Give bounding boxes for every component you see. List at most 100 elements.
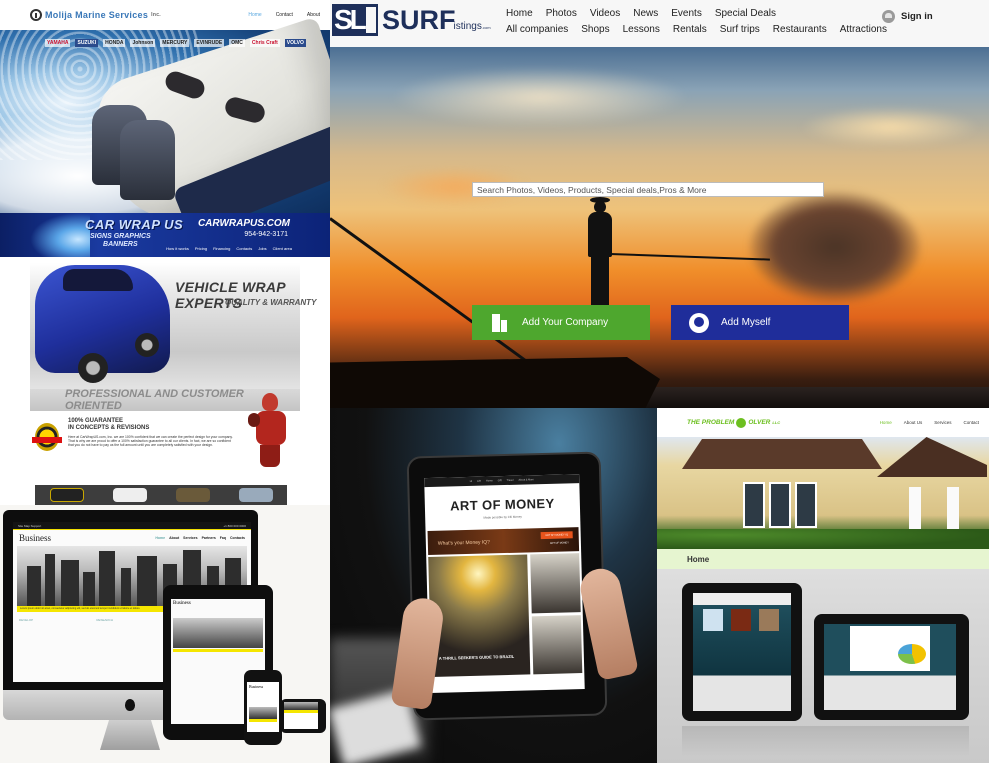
aom-nav: Hi Life Home Gift Travel About & More: [424, 474, 580, 488]
nav-shops[interactable]: Shops: [581, 24, 609, 40]
business-nav-faq[interactable]: Faq: [220, 536, 226, 540]
search-input[interactable]: [472, 182, 824, 197]
imac-stand: [100, 720, 160, 750]
side-article[interactable]: [529, 553, 581, 613]
nav-attractions[interactable]: Attractions: [840, 24, 887, 40]
marine-nav-home[interactable]: Home: [248, 12, 261, 18]
ps-logo[interactable]: THE PROBLEM OLVER LLC: [687, 417, 780, 428]
brand-logo: VOLVO: [284, 39, 306, 47]
aom-nav-item[interactable]: About & More: [518, 478, 533, 481]
aom-nav-item[interactable]: Gift: [498, 479, 502, 482]
website-portfolio-collage: Molija Marine Services Inc. Home Contact…: [0, 0, 989, 763]
side-article[interactable]: [531, 614, 583, 675]
nav-surf-trips[interactable]: Surf trips: [720, 24, 760, 40]
surf-logo-tld: .com: [481, 25, 491, 30]
aom-nav-item[interactable]: Travel: [507, 479, 514, 482]
screen-thumb: [759, 609, 779, 631]
reflection: [682, 726, 969, 756]
fishing-rod: [609, 253, 770, 261]
iphone-landscape-device: [280, 699, 326, 733]
nav-special-deals[interactable]: Special Deals: [715, 8, 776, 24]
nav-events[interactable]: Events: [671, 8, 702, 24]
marine-nav-about[interactable]: About: [307, 12, 320, 18]
portfolio-thumb-truck[interactable]: [238, 488, 273, 502]
portfolio-thumb-boat[interactable]: [112, 488, 147, 502]
carwrap-nav-contacts[interactable]: Contacts: [236, 246, 252, 251]
brand-logos: YAMAHA SUZUKI HONDA Johnson MERCURY EVIN…: [45, 39, 306, 47]
nav-photos[interactable]: Photos: [546, 8, 577, 24]
car-wheel: [135, 333, 159, 357]
aom-nav-item[interactable]: Hi: [470, 480, 472, 483]
house-hero-image: [657, 437, 989, 549]
anchor-icon: [30, 9, 42, 21]
business-title-tablet: Business: [173, 601, 191, 606]
cloud: [390, 67, 690, 127]
marine-services-site: Molija Marine Services Inc. Home Contact…: [0, 0, 330, 213]
nav-videos[interactable]: Videos: [590, 8, 620, 24]
add-myself-button[interactable]: Add Myself: [671, 305, 849, 340]
add-company-button[interactable]: Add Your Company: [472, 305, 650, 340]
add-myself-label: Add Myself: [721, 317, 771, 328]
nav-all-companies[interactable]: All companies: [506, 24, 568, 40]
surf-nav: Home Photos Videos News Events Special D…: [506, 8, 887, 40]
hedge: [657, 529, 989, 549]
money-iq-banner[interactable]: What's your Money IQ? GET MY MONEY IQ AR…: [427, 527, 580, 556]
marine-logo[interactable]: Molija Marine Services Inc.: [30, 9, 161, 21]
sign-in-button[interactable]: Sign in: [882, 10, 933, 23]
apple-logo-icon: [125, 699, 135, 711]
business-nav-services[interactable]: Services: [183, 536, 197, 540]
carwrap-nav-financing[interactable]: Financing: [213, 246, 230, 251]
business-col-research[interactable]: RESEARCH: [96, 618, 167, 622]
money-iq-text: What's your Money IQ?: [437, 539, 491, 547]
aom-nav-item[interactable]: Life: [477, 480, 481, 483]
nav-restaurants[interactable]: Restaurants: [773, 24, 827, 40]
brand-logo: OMC: [229, 39, 245, 47]
nav-news[interactable]: News: [633, 8, 658, 24]
nav-rentals[interactable]: Rentals: [673, 24, 707, 40]
surf-logo-mark: SL: [332, 4, 378, 36]
surf-logo[interactable]: SL SURF istings.com: [332, 4, 491, 36]
ps-nav-home[interactable]: Home: [880, 420, 892, 425]
user-avatar-icon: [689, 312, 709, 333]
business-site-mobile: Business: [247, 682, 279, 732]
ps-nav-services[interactable]: Services: [934, 420, 951, 425]
tablet-landscape-mockup: [814, 614, 969, 720]
art-of-money-link[interactable]: ART OF MONEY: [550, 541, 569, 544]
nav-lessons[interactable]: Lessons: [623, 24, 660, 40]
marine-nav-contact[interactable]: Contact: [276, 12, 293, 18]
brand-logo: Johnson: [130, 39, 156, 47]
pie-chart-graphic: [898, 644, 926, 664]
portfolio-thumb-sign[interactable]: [175, 488, 210, 502]
aom-title: ART OF MONEY: [449, 495, 555, 514]
business-nav-contacts[interactable]: Contacts: [230, 536, 245, 540]
carwrap-nav-how-it-works[interactable]: How it works: [166, 246, 189, 251]
ps-nav-about[interactable]: About Us: [904, 420, 923, 425]
mascot-body: [256, 411, 286, 445]
storm-cloud: [750, 192, 920, 302]
ps-logo-text: THE PROBLEM: [687, 419, 735, 426]
fisherman-torso: [588, 212, 612, 257]
brand-logo: MERCURY: [160, 39, 190, 47]
portfolio-thumb-car[interactable]: [49, 488, 84, 502]
surf-nav-row-2: All companies Shops Lessons Rentals Surf…: [506, 24, 887, 40]
carwrap-phone[interactable]: 954-942-3171: [244, 231, 288, 238]
surf-logo-listings: istings: [453, 21, 482, 32]
ps-header: THE PROBLEM OLVER LLC Home About Us Serv…: [657, 408, 989, 437]
business-topbar-links[interactable]: Site Map Support: [18, 524, 41, 528]
carwrap-logo[interactable]: CAR WRAP US: [85, 217, 183, 232]
business-nav-about[interactable]: About: [169, 536, 179, 540]
business-nav-home[interactable]: Home: [155, 536, 165, 540]
get-money-iq-button[interactable]: GET MY MONEY IQ: [540, 531, 573, 540]
business-topbar: Site Map Support +1 800 000 0000: [13, 522, 251, 529]
aom-nav-item[interactable]: Home: [486, 479, 493, 482]
carwrap-nav-pricing[interactable]: Pricing: [195, 246, 207, 251]
business-nav-partners[interactable]: Partners: [202, 536, 216, 540]
nav-home[interactable]: Home: [506, 8, 533, 24]
carwrap-nav-jobs[interactable]: Jobs: [258, 246, 266, 251]
ps-nav-contact[interactable]: Contact: [963, 420, 979, 425]
guarantee-text: Here at CarWrapUS.com, Inc. we are 100% …: [68, 435, 233, 447]
city-skyline-image: [173, 618, 263, 648]
carwrap-nav-client-area[interactable]: Client area: [273, 246, 292, 251]
business-col-develop[interactable]: DEVELOP: [19, 618, 90, 622]
featured-article[interactable]: A THRILL SEEKER'S GUIDE TO BRAZIL: [428, 554, 530, 678]
